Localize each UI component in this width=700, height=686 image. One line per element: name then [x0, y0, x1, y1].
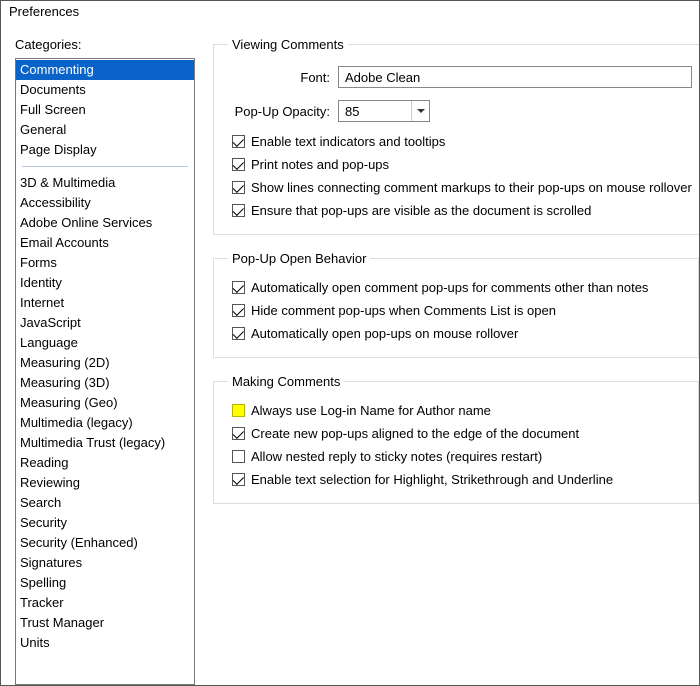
category-security-enhanced[interactable]: Security (Enhanced) [16, 533, 194, 553]
viewing-comments-legend: Viewing Comments [228, 37, 348, 52]
font-row: Font: [228, 66, 692, 88]
category-commenting[interactable]: Commenting [16, 60, 194, 80]
opacity-row: Pop-Up Opacity: 85 [228, 100, 692, 122]
checkbox-icon [232, 473, 245, 486]
category-email-accounts[interactable]: Email Accounts [16, 233, 194, 253]
categories-list[interactable]: Commenting Documents Full Screen General… [15, 58, 195, 685]
preferences-window: Preferences Categories: Commenting Docum… [0, 0, 700, 686]
category-javascript[interactable]: JavaScript [16, 313, 194, 333]
settings-pane: Viewing Comments Font: Pop-Up Opacity: 8… [213, 37, 699, 685]
making-checks: Always use Log-in Name for Author name C… [228, 403, 684, 487]
making-comments-group: Making Comments Always use Log-in Name f… [213, 374, 699, 504]
category-measuring-2d[interactable]: Measuring (2D) [16, 353, 194, 373]
category-general[interactable]: General [16, 120, 194, 140]
check-ensure-visible[interactable]: Ensure that pop-ups are visible as the d… [228, 203, 692, 218]
check-auto-open-other[interactable]: Automatically open comment pop-ups for c… [228, 280, 684, 295]
check-label: Always use Log-in Name for Author name [251, 403, 491, 418]
check-label: Create new pop-ups aligned to the edge o… [251, 426, 579, 441]
window-title: Preferences [1, 1, 699, 25]
category-full-screen[interactable]: Full Screen [16, 100, 194, 120]
check-label: Automatically open pop-ups on mouse roll… [251, 326, 518, 341]
check-print-notes[interactable]: Print notes and pop-ups [228, 157, 692, 172]
popup-checks: Automatically open comment pop-ups for c… [228, 280, 684, 341]
check-label: Ensure that pop-ups are visible as the d… [251, 203, 591, 218]
check-label: Allow nested reply to sticky notes (requ… [251, 449, 542, 464]
category-spelling[interactable]: Spelling [16, 573, 194, 593]
opacity-value: 85 [339, 104, 411, 119]
category-accessibility[interactable]: Accessibility [16, 193, 194, 213]
category-measuring-geo[interactable]: Measuring (Geo) [16, 393, 194, 413]
checkbox-icon [232, 327, 245, 340]
checkbox-icon [232, 281, 245, 294]
checkbox-icon [232, 135, 245, 148]
category-multimedia-legacy[interactable]: Multimedia (legacy) [16, 413, 194, 433]
checkbox-icon [232, 450, 245, 463]
category-internet[interactable]: Internet [16, 293, 194, 313]
check-use-login-name[interactable]: Always use Log-in Name for Author name [228, 403, 684, 418]
category-forms[interactable]: Forms [16, 253, 194, 273]
viewing-comments-group: Viewing Comments Font: Pop-Up Opacity: 8… [213, 37, 699, 235]
font-input[interactable] [338, 66, 692, 88]
checkbox-icon [232, 404, 245, 417]
checkbox-icon [232, 204, 245, 217]
popup-behavior-legend: Pop-Up Open Behavior [228, 251, 370, 266]
category-reading[interactable]: Reading [16, 453, 194, 473]
check-label: Automatically open comment pop-ups for c… [251, 280, 648, 295]
check-label: Print notes and pop-ups [251, 157, 389, 172]
check-align-edge[interactable]: Create new pop-ups aligned to the edge o… [228, 426, 684, 441]
check-auto-open-rollover[interactable]: Automatically open pop-ups on mouse roll… [228, 326, 684, 341]
check-show-lines[interactable]: Show lines connecting comment markups to… [228, 180, 692, 195]
check-label: Enable text selection for Highlight, Str… [251, 472, 613, 487]
category-trust-manager[interactable]: Trust Manager [16, 613, 194, 633]
categories-label: Categories: [15, 37, 195, 52]
making-comments-legend: Making Comments [228, 374, 344, 389]
category-divider [22, 166, 188, 167]
category-measuring-3d[interactable]: Measuring (3D) [16, 373, 194, 393]
font-label: Font: [228, 70, 338, 85]
category-documents[interactable]: Documents [16, 80, 194, 100]
category-tracker[interactable]: Tracker [16, 593, 194, 613]
check-hide-when-list[interactable]: Hide comment pop-ups when Comments List … [228, 303, 684, 318]
category-adobe-online-services[interactable]: Adobe Online Services [16, 213, 194, 233]
category-page-display[interactable]: Page Display [16, 140, 194, 160]
opacity-combo[interactable]: 85 [338, 100, 430, 122]
category-identity[interactable]: Identity [16, 273, 194, 293]
check-text-selection[interactable]: Enable text selection for Highlight, Str… [228, 472, 684, 487]
check-label: Hide comment pop-ups when Comments List … [251, 303, 556, 318]
categories-pane: Categories: Commenting Documents Full Sc… [15, 37, 195, 685]
category-signatures[interactable]: Signatures [16, 553, 194, 573]
category-3d-multimedia[interactable]: 3D & Multimedia [16, 173, 194, 193]
opacity-dropdown-button[interactable] [411, 101, 429, 121]
check-label: Show lines connecting comment markups to… [251, 180, 692, 195]
checkbox-icon [232, 427, 245, 440]
opacity-label: Pop-Up Opacity: [228, 104, 338, 119]
check-label: Enable text indicators and tooltips [251, 134, 445, 149]
check-nested-reply[interactable]: Allow nested reply to sticky notes (requ… [228, 449, 684, 464]
check-text-indicators[interactable]: Enable text indicators and tooltips [228, 134, 692, 149]
category-security[interactable]: Security [16, 513, 194, 533]
popup-behavior-group: Pop-Up Open Behavior Automatically open … [213, 251, 699, 358]
category-search[interactable]: Search [16, 493, 194, 513]
checkbox-icon [232, 304, 245, 317]
content-area: Categories: Commenting Documents Full Sc… [1, 25, 699, 685]
category-units[interactable]: Units [16, 633, 194, 653]
checkbox-icon [232, 181, 245, 194]
category-reviewing[interactable]: Reviewing [16, 473, 194, 493]
checkbox-icon [232, 158, 245, 171]
category-multimedia-trust-legacy[interactable]: Multimedia Trust (legacy) [16, 433, 194, 453]
viewing-checks: Enable text indicators and tooltips Prin… [228, 134, 692, 218]
chevron-down-icon [417, 109, 425, 113]
category-language[interactable]: Language [16, 333, 194, 353]
